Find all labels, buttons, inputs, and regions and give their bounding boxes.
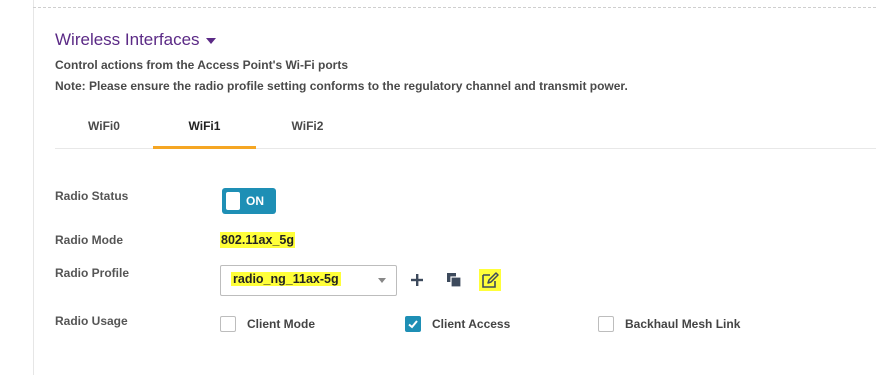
- toggle-knob: [226, 192, 240, 210]
- checkbox-box-checked: [405, 316, 421, 332]
- wifi-tabs: WiFi0 WiFi1 WiFi2: [55, 104, 876, 149]
- backhaul-mesh-link-label: Backhaul Mesh Link: [625, 317, 741, 331]
- client-mode-checkbox[interactable]: Client Mode: [220, 316, 315, 332]
- radio-profile-value: radio_ng_11ax-5g: [231, 272, 341, 286]
- top-divider: [33, 7, 876, 8]
- checkbox-box: [220, 316, 236, 332]
- checkbox-box: [598, 316, 614, 332]
- chevron-down-icon: [378, 278, 386, 283]
- add-profile-button[interactable]: [406, 269, 428, 291]
- backhaul-mesh-link-checkbox[interactable]: Backhaul Mesh Link: [598, 316, 740, 332]
- radio-usage-label: Radio Usage: [55, 314, 128, 328]
- client-access-checkbox[interactable]: Client Access: [405, 316, 510, 332]
- check-icon: [408, 320, 418, 329]
- section-description: Control actions from the Access Point's …: [55, 58, 348, 72]
- wireless-interfaces-toggle[interactable]: Wireless Interfaces: [55, 30, 216, 50]
- tab-wifi0[interactable]: WiFi0: [55, 104, 153, 148]
- edit-profile-button[interactable]: [479, 269, 501, 291]
- edit-icon: [482, 272, 499, 288]
- clone-icon: [447, 273, 462, 288]
- section-title: Wireless Interfaces: [55, 30, 200, 49]
- radio-mode-label: Radio Mode: [55, 233, 123, 247]
- radio-profile-label: Radio Profile: [55, 266, 130, 280]
- caret-down-icon: [205, 38, 216, 44]
- toggle-state-text: ON: [246, 194, 264, 208]
- plus-icon: [411, 274, 423, 286]
- left-border: [33, 0, 34, 375]
- client-access-label: Client Access: [432, 317, 511, 331]
- radio-mode-value: 802.11ax_5g: [220, 232, 295, 248]
- tab-wifi2[interactable]: WiFi2: [256, 104, 359, 148]
- radio-status-toggle[interactable]: ON: [222, 188, 276, 214]
- client-mode-label: Client Mode: [247, 317, 315, 331]
- radio-status-label: Radio Status: [55, 189, 129, 203]
- radio-profile-select[interactable]: radio_ng_11ax-5g: [220, 265, 397, 296]
- section-note: Note: Please ensure the radio profile se…: [55, 79, 628, 93]
- tab-wifi1[interactable]: WiFi1: [153, 104, 256, 149]
- clone-profile-button[interactable]: [443, 269, 465, 291]
